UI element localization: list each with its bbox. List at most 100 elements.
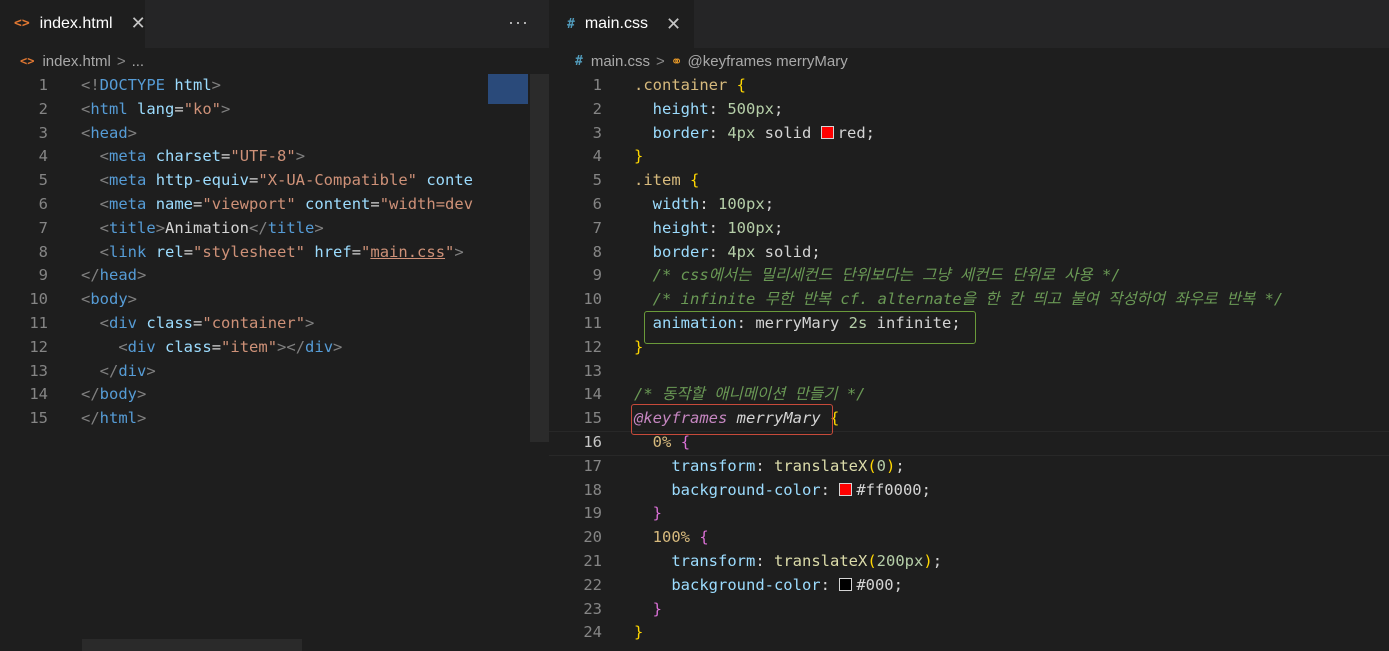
code-text: background-color: #000;	[671, 575, 903, 594]
code-line[interactable]: 19 }	[549, 502, 1389, 526]
minimap[interactable]	[530, 74, 549, 442]
line-number: 7	[38, 218, 48, 237]
code-line[interactable]: 11 <div class="container">	[0, 312, 549, 336]
line-number: 10	[29, 290, 48, 309]
code-line[interactable]: 4}	[549, 145, 1389, 169]
code-line[interactable]: 8 border: 4px solid;	[549, 241, 1389, 265]
line-number: 11	[583, 314, 602, 332]
code-line[interactable]: 15 </html>	[0, 407, 549, 431]
code-line[interactable]: 18 background-color: #ff0000;	[549, 479, 1389, 503]
line-number: 7	[592, 218, 602, 237]
code-text: /* css에서는 밀리세컨드 단위보다는 그냥 세컨드 단위로 사용 */	[652, 266, 1121, 285]
css-file-icon: #	[575, 53, 583, 69]
line-number: 21	[583, 552, 602, 570]
line-number: 22	[583, 575, 602, 594]
code-line[interactable]: 2 height: 500px;	[549, 98, 1389, 122]
code-line[interactable]: 3 border: 4px solid red;	[549, 122, 1389, 146]
code-text: <meta charset="UTF-8">	[99, 147, 306, 166]
code-line[interactable]: 24}	[549, 621, 1389, 645]
left-editor-pane: <> index.html ✕ ··· <> index.html > ... …	[0, 0, 549, 651]
breadcrumb-file[interactable]: index.html	[42, 53, 110, 70]
code-line[interactable]: 13	[549, 360, 1389, 384]
code-line[interactable]: 13 </div>	[0, 360, 549, 384]
line-number: 2	[38, 99, 48, 118]
line-number: 15	[29, 409, 48, 428]
code-text: <meta http-equiv="X-UA-Compatible" conte	[99, 171, 474, 190]
code-line[interactable]: 7 <title>Animation</title>	[0, 217, 549, 241]
code-line[interactable]: 20 100% {	[549, 526, 1389, 550]
tab-main-css[interactable]: # main.css ✕	[549, 0, 694, 48]
line-number: 20	[583, 528, 602, 547]
breadcrumb-symbol[interactable]: @keyframes merryMary	[688, 53, 848, 70]
line-number: 4	[592, 147, 602, 166]
code-line[interactable]: 5 .item {	[549, 169, 1389, 193]
code-text: <meta name="viewport" content="width=dev	[99, 195, 474, 213]
line-number: 17	[583, 456, 602, 475]
code-line[interactable]: 1 <!DOCTYPE html>	[0, 74, 549, 98]
code-text: <!DOCTYPE html>	[81, 76, 222, 94]
code-text: <link rel="stylesheet" href="main.css">	[99, 242, 464, 261]
code-line[interactable]: 9 </head>	[0, 264, 549, 288]
code-text: }	[634, 623, 644, 642]
code-line[interactable]: 1 .container {	[549, 74, 1389, 98]
code-editor[interactable]: 1 .container {2 height: 500px; 3 border: 4…	[549, 74, 1389, 651]
line-number: 8	[592, 242, 602, 261]
minimap-slider[interactable]	[488, 74, 528, 104]
close-icon[interactable]: ✕	[131, 13, 146, 34]
chevron-right-icon: >	[656, 52, 665, 70]
line-number: 9	[38, 266, 48, 285]
close-icon[interactable]: ✕	[666, 14, 681, 35]
line-number: 11	[29, 314, 48, 332]
code-text: <div class="item"></div>	[118, 337, 343, 356]
breadcrumb-more[interactable]: ...	[132, 53, 145, 70]
html-file-icon: <>	[20, 54, 35, 68]
code-text: }	[634, 147, 644, 166]
code-line[interactable]: 2 <html lang="ko">	[0, 98, 549, 122]
tab-index-html[interactable]: <> index.html ✕	[0, 0, 146, 48]
code-line[interactable]: 9 /* css에서는 밀리세컨드 단위보다는 그냥 세컨드 단위로 사용 */	[549, 264, 1389, 288]
code-line[interactable]: 8 <link rel="stylesheet" href="main.css"…	[0, 241, 549, 265]
code-text: </head>	[81, 266, 147, 285]
code-line[interactable]: 22 background-color: #000;	[549, 574, 1389, 598]
line-number: 3	[38, 123, 48, 142]
code-line[interactable]: 23 }	[549, 598, 1389, 622]
code-text: <div class="container">	[99, 314, 315, 332]
code-line[interactable]: 17 transform: translateX(0);	[549, 455, 1389, 479]
line-number: 9	[592, 266, 602, 285]
html-file-icon: <>	[14, 16, 30, 31]
code-line[interactable]: 10 /* infinite 무한 반복 cf. alternate을 한 칸 …	[549, 288, 1389, 312]
code-line[interactable]: 7 height: 100px;	[549, 217, 1389, 241]
code-line[interactable]: 4 <meta charset="UTF-8">	[0, 145, 549, 169]
code-line[interactable]: 12 <div class="item"></div>	[0, 336, 549, 360]
code-line[interactable]: 5 <meta http-equiv="X-UA-Compatible" con…	[0, 169, 549, 193]
code-line[interactable]: 3 <head>	[0, 122, 549, 146]
code-line[interactable]: 21 transform: translateX(200px);	[549, 550, 1389, 574]
line-number: 4	[38, 147, 48, 166]
right-editor-pane: # main.css ✕ # main.css > ⚭ @keyframes m…	[549, 0, 1389, 651]
line-number: 12	[29, 337, 48, 356]
line-number: 6	[38, 195, 48, 213]
line-number: 13	[583, 361, 602, 380]
line-number: 16	[583, 433, 602, 451]
line-number: 12	[583, 337, 602, 356]
code-text: transform: translateX(200px);	[671, 552, 943, 570]
more-actions-icon[interactable]: ···	[508, 12, 529, 33]
code-line[interactable]: 14 </body>	[0, 383, 549, 407]
code-editor[interactable]: 1 <!DOCTYPE html> 2 <html lang="ko"> 3 <head>…	[0, 74, 549, 651]
line-number: 24	[583, 623, 602, 642]
breadcrumb-file[interactable]: main.css	[591, 53, 650, 70]
code-text: <head>	[81, 123, 138, 142]
code-text: height: 500px;	[652, 99, 784, 118]
code-line[interactable]: 6 <meta name="viewport" content="width=d…	[0, 193, 549, 217]
code-text: width: 100px;	[652, 195, 775, 213]
code-line[interactable]: 10 <body>	[0, 288, 549, 312]
code-line[interactable]: 6 width: 100px;	[549, 193, 1389, 217]
line-number: 15	[583, 409, 602, 428]
code-text: </html>	[81, 409, 147, 428]
code-text: transform: translateX(0);	[671, 456, 905, 475]
line-number: 8	[38, 242, 48, 261]
right-tab-bar: # main.css ✕	[549, 0, 1389, 48]
highlight-box-animation	[644, 311, 976, 344]
code-text: }	[652, 504, 663, 523]
horizontal-scrollbar[interactable]	[82, 639, 302, 651]
